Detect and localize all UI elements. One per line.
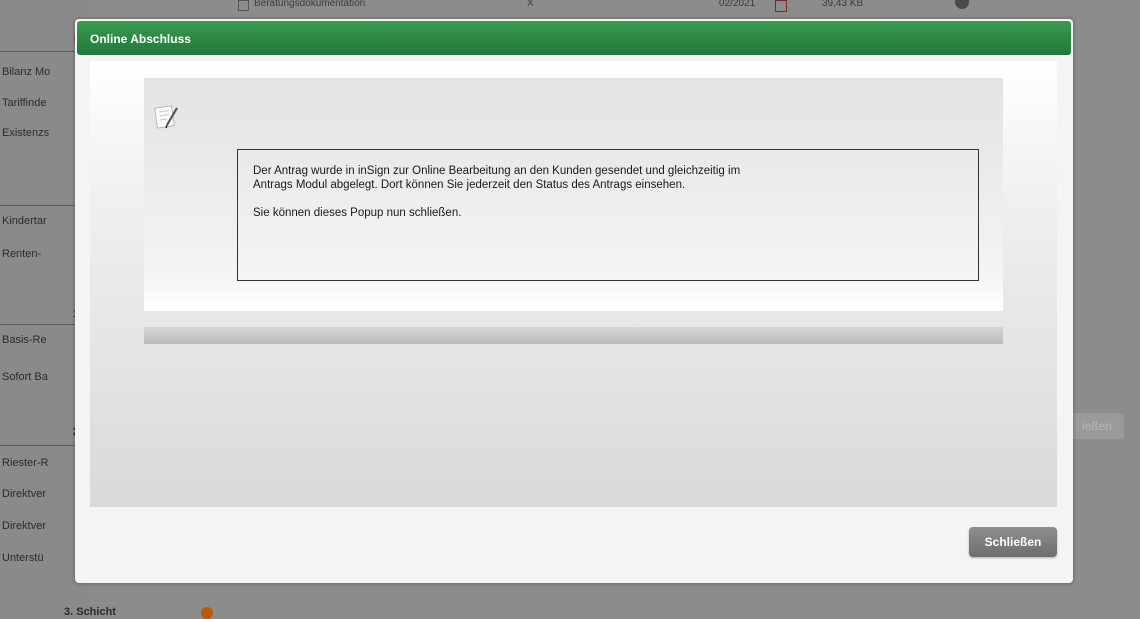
message-panel: Der Antrag wurde in inSign zur Online Be… bbox=[144, 78, 1003, 311]
dialog-title: Online Abschluss bbox=[90, 32, 191, 46]
background-close-button: ießen bbox=[1070, 413, 1124, 439]
progress-bar bbox=[144, 327, 1003, 344]
pdf-icon bbox=[775, 0, 787, 12]
document-mark: X bbox=[527, 0, 534, 9]
document-name: Beratungsdokumentation bbox=[254, 0, 366, 9]
dialog-content: Der Antrag wurde in inSign zur Online Be… bbox=[90, 61, 1057, 507]
section-header: 3. Schicht bbox=[64, 606, 116, 618]
message-text: Der Antrag wurde in inSign zur Online Be… bbox=[253, 165, 741, 191]
online-abschluss-dialog: Online Abschluss Der Antrag wurde in inS… bbox=[75, 19, 1073, 583]
close-button[interactable]: Schließen bbox=[969, 527, 1057, 557]
info-icon bbox=[955, 0, 969, 9]
info-icon bbox=[201, 607, 213, 619]
document-size: 39,43 KB bbox=[822, 0, 864, 9]
checkbox-icon bbox=[238, 0, 249, 11]
dialog-header: Online Abschluss bbox=[77, 21, 1071, 55]
message-box: Der Antrag wurde in inSign zur Online Be… bbox=[237, 149, 979, 281]
message-hint: Sie können dieses Popup nun schließen. bbox=[253, 207, 462, 219]
background-document-row: Beratungsdokumentation X 02/2021 39,43 K… bbox=[232, 0, 992, 14]
document-date: 02/2021 bbox=[719, 0, 756, 9]
notepad-pencil-icon bbox=[154, 105, 178, 129]
